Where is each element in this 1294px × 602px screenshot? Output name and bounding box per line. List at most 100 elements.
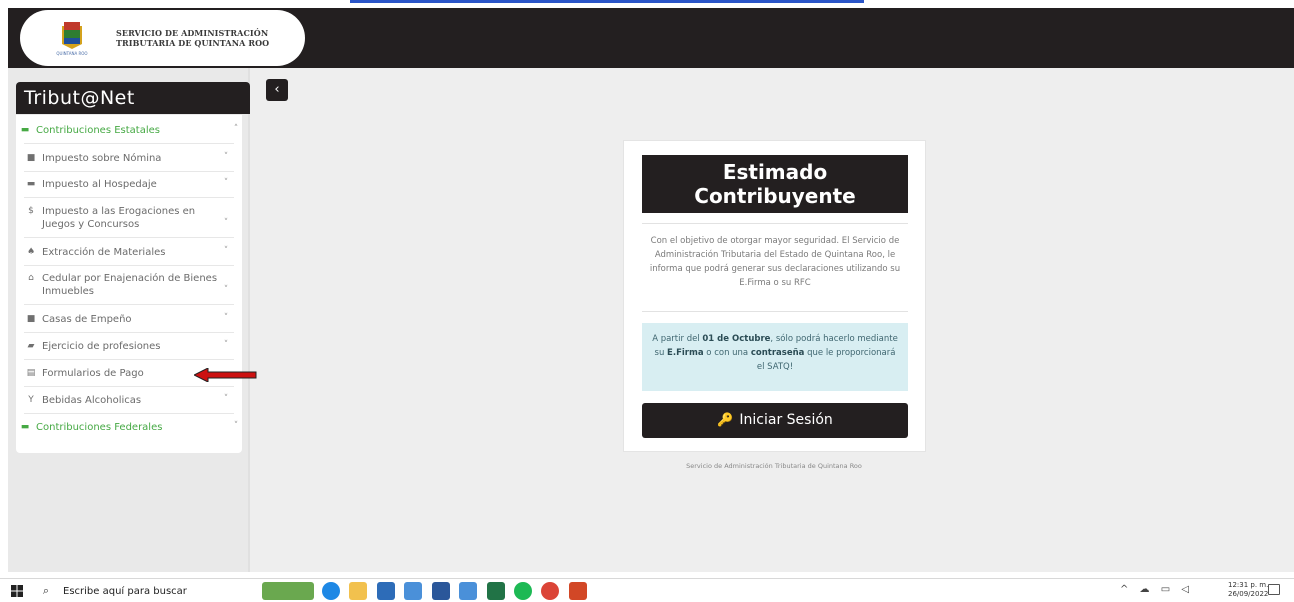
divider xyxy=(24,197,234,198)
chevron-down-icon: ˅ xyxy=(223,218,229,228)
chevron-down-icon: ˅ xyxy=(223,152,229,162)
sidebar: Tribut@Net ▬ Contribuciones Estatales ˄ … xyxy=(8,68,257,572)
sidebar-section-contribuciones-federales[interactable]: ▬ Contribuciones Federales ˅ xyxy=(18,421,244,434)
divider xyxy=(642,311,908,312)
notice-efirma: E.Firma xyxy=(667,348,704,358)
teacher-icon: ▰ xyxy=(27,341,35,351)
seal-caption: QUINTANA ROO xyxy=(56,51,88,56)
search-icon: ⌕ xyxy=(42,584,50,597)
divider xyxy=(642,223,908,224)
form-icon: ▤ xyxy=(26,368,36,378)
sidebar-item-label: Impuesto sobre Nómina xyxy=(42,153,162,164)
sidebar-item-impuesto-erogaciones[interactable]: $ Impuesto a las Erogaciones en Juegos y… xyxy=(24,205,234,231)
divider xyxy=(24,304,234,305)
dollar-user-icon: $ xyxy=(28,206,34,216)
windows-start-icon[interactable] xyxy=(11,585,23,597)
login-button[interactable]: 🔑 Iniciar Sesión xyxy=(642,403,908,438)
sidebar-section-label: Contribuciones Estatales xyxy=(36,125,160,136)
chevron-up-icon: ˄ xyxy=(233,124,239,134)
sidebar-item-label: Ejercicio de profesiones xyxy=(42,341,161,352)
sidebar-menu: ▬ Contribuciones Estatales ˄ ■ Impuesto … xyxy=(16,115,242,453)
sidebar-item-impuesto-nomina[interactable]: ■ Impuesto sobre Nómina ˅ xyxy=(24,152,234,165)
chrome-icon[interactable] xyxy=(541,582,559,600)
folder-open-icon: ▬ xyxy=(20,422,30,432)
sidebar-item-label: Formularios de Pago xyxy=(42,368,144,379)
folder-open-icon: ▬ xyxy=(20,125,30,135)
sidebar-item-label: Bebidas Alcoholicas xyxy=(42,395,142,406)
clock-time: 12:31 p. m. xyxy=(1228,581,1269,589)
word-icon[interactable] xyxy=(432,582,450,600)
chevron-down-icon: ˅ xyxy=(233,421,239,431)
notice-box: A partir del 01 de Octubre, sólo podrá h… xyxy=(642,323,908,391)
taskbar-search-placeholder: Escribe aquí para buscar xyxy=(63,585,187,597)
divider xyxy=(24,332,234,333)
app-icon[interactable] xyxy=(459,582,477,600)
taskbar-weather-widget-icon[interactable] xyxy=(262,582,314,600)
edge-browser-icon[interactable] xyxy=(322,582,340,600)
notice-text: A partir del xyxy=(652,334,703,344)
home-icon: ⌂ xyxy=(28,273,34,283)
login-button-label: Iniciar Sesión xyxy=(739,412,833,428)
file-explorer-icon[interactable] xyxy=(349,582,367,600)
card-title-line-1: Estimado xyxy=(722,160,828,184)
chevron-down-icon: ˅ xyxy=(223,313,229,323)
divider xyxy=(24,386,234,387)
bed-icon: ▬ xyxy=(26,179,36,189)
notification-icon[interactable] xyxy=(1268,584,1280,595)
red-arrow-annotation-icon xyxy=(194,368,257,382)
chevron-down-icon: ˅ xyxy=(223,340,229,350)
divider xyxy=(24,171,234,172)
notice-text: o con una xyxy=(703,348,751,358)
footer-text: Servicio de Administración Tributaria de… xyxy=(686,462,862,470)
main-content: Tribut@Net ▬ Contribuciones Estatales ˄ … xyxy=(8,68,1294,572)
sidebar-item-label: Cedular por Enajenación de Bienes Inmueb… xyxy=(42,273,218,297)
system-tray-icons[interactable]: ^ ☁ ▭ ◁ xyxy=(1120,584,1193,595)
sidebar-item-cedular-enajenacion[interactable]: ⌂ Cedular por Enajenación de Bienes Inmu… xyxy=(24,272,234,298)
powerpoint-icon[interactable] xyxy=(569,582,587,600)
app-icon[interactable] xyxy=(404,582,422,600)
divider xyxy=(24,265,234,266)
org-name-line-1: SERVICIO DE ADMINISTRACIÓN xyxy=(116,28,269,38)
sidebar-toggle-button[interactable]: ‹ xyxy=(266,79,288,101)
login-card: Estimado Contribuyente Con el objetivo d… xyxy=(623,140,926,452)
address-bar-strip xyxy=(350,0,864,3)
taskbar-search-box[interactable]: ⌕ Escribe aquí para buscar xyxy=(37,580,239,602)
store-icon[interactable] xyxy=(377,582,395,600)
sidebar-item-extraccion-materiales[interactable]: ♠ Extracción de Materiales ˅ xyxy=(24,246,234,259)
logo-banner[interactable]: QUINTANA ROO SERVICIO DE ADMINISTRACIÓN … xyxy=(20,10,305,66)
chevron-down-icon: ˅ xyxy=(223,285,229,295)
sidebar-item-label: Extracción de Materiales xyxy=(42,247,166,258)
chevron-down-icon: ˅ xyxy=(223,394,229,404)
sidebar-item-ejercicio-profesiones[interactable]: ▰ Ejercicio de profesiones ˅ xyxy=(24,340,234,353)
sidebar-section-contribuciones-estatales[interactable]: ▬ Contribuciones Estatales ˄ xyxy=(18,124,244,137)
card-message: Con el objetivo de otorgar mayor segurid… xyxy=(649,236,901,288)
sidebar-item-label: Impuesto al Hospedaje xyxy=(42,179,157,190)
org-name-line-2: TRIBUTARIA DE QUINTANA ROO xyxy=(116,38,270,48)
excel-icon[interactable] xyxy=(487,582,505,600)
windows-taskbar: ⌕ Escribe aquí para buscar ^ ☁ ▭ ◁ 12:31… xyxy=(0,578,1294,602)
spotify-icon[interactable] xyxy=(514,582,532,600)
key-icon: 🔑 xyxy=(717,413,734,428)
sidebar-section-label: Contribuciones Federales xyxy=(36,422,163,433)
glass-icon: Y xyxy=(28,395,34,405)
divider xyxy=(24,413,234,414)
divider xyxy=(24,143,234,144)
sidebar-item-bebidas-alcoholicas[interactable]: Y Bebidas Alcoholicas ˅ xyxy=(24,394,234,407)
sidebar-title: Tribut@Net xyxy=(16,82,250,114)
organization-name: SERVICIO DE ADMINISTRACIÓN TRIBUTARIA DE… xyxy=(116,28,269,48)
sidebar-item-label: Casas de Empeño xyxy=(42,314,132,325)
user-icon: ■ xyxy=(26,153,36,163)
state-seal-icon: QUINTANA ROO xyxy=(50,16,94,60)
card-title: Estimado Contribuyente xyxy=(642,155,908,213)
sidebar-item-casas-empeno[interactable]: ■ Casas de Empeño ˅ xyxy=(24,313,234,326)
sidebar-item-impuesto-hospedaje[interactable]: ▬ Impuesto al Hospedaje ˅ xyxy=(24,178,234,191)
sidebar-item-label: Impuesto a las Erogaciones en Juegos y C… xyxy=(42,206,196,230)
browser-page: QUINTANA ROO SERVICIO DE ADMINISTRACIÓN … xyxy=(0,0,1294,602)
chevron-down-icon: ˅ xyxy=(223,178,229,188)
notice-password: contraseña xyxy=(750,348,805,358)
chevron-down-icon: ˅ xyxy=(223,246,229,256)
taskbar-clock[interactable]: 12:31 p. m. 26/09/2022 xyxy=(1228,581,1268,599)
site-header: QUINTANA ROO SERVICIO DE ADMINISTRACIÓN … xyxy=(8,8,1294,68)
tree-icon: ♠ xyxy=(26,247,36,257)
clock-date: 26/09/2022 xyxy=(1228,590,1269,598)
